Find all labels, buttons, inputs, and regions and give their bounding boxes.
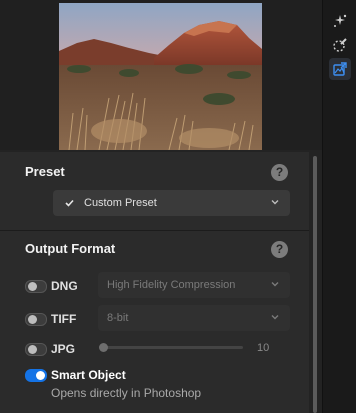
dng-toggle[interactable] <box>25 280 47 293</box>
dng-compression-dropdown[interactable]: High Fidelity Compression <box>98 272 290 298</box>
preset-dropdown[interactable]: Custom Preset <box>53 190 290 216</box>
smart-object-description: Opens directly in Photoshop <box>51 386 202 400</box>
output-format-help-icon[interactable]: ? <box>271 241 288 258</box>
preset-section: Preset ? Custom Preset <box>0 152 309 230</box>
smart-object-toggle[interactable] <box>25 369 47 382</box>
brush-selection-icon[interactable] <box>329 34 351 56</box>
right-toolbar <box>322 0 356 413</box>
jpg-quality-value: 10 <box>257 342 270 354</box>
chevron-down-icon <box>271 315 279 320</box>
settings-panel: Preset ? Custom Preset Output Format ? D… <box>0 0 322 413</box>
preview-image <box>59 3 262 150</box>
tiff-bitdepth-dropdown[interactable]: 8-bit <box>98 305 290 331</box>
export-image-icon[interactable] <box>329 58 351 80</box>
tiff-bitdepth-value: 8-bit <box>107 312 129 324</box>
preview-area <box>0 0 322 150</box>
output-format-title: Output Format <box>25 241 116 256</box>
magic-wand-sparkle-icon[interactable] <box>329 10 351 32</box>
tiff-toggle[interactable] <box>25 313 47 326</box>
tiff-label: TIFF <box>51 312 77 326</box>
jpg-toggle[interactable] <box>25 343 47 356</box>
dng-label: DNG <box>51 279 78 293</box>
preset-help-icon[interactable]: ? <box>271 164 288 181</box>
preset-dropdown-value: Custom Preset <box>84 197 157 209</box>
jpg-quality-slider[interactable] <box>101 346 243 349</box>
jpg-label: JPG <box>51 342 76 356</box>
chevron-down-icon <box>271 282 279 287</box>
jpg-quality-slider-handle[interactable] <box>99 343 108 352</box>
checkmark-icon <box>65 199 74 207</box>
dng-compression-value: High Fidelity Compression <box>107 279 236 291</box>
smart-object-label: Smart Object <box>51 368 126 382</box>
panel-scrollbar-thumb[interactable] <box>313 156 317 413</box>
chevron-down-icon <box>271 200 279 205</box>
preset-title: Preset <box>25 164 65 179</box>
